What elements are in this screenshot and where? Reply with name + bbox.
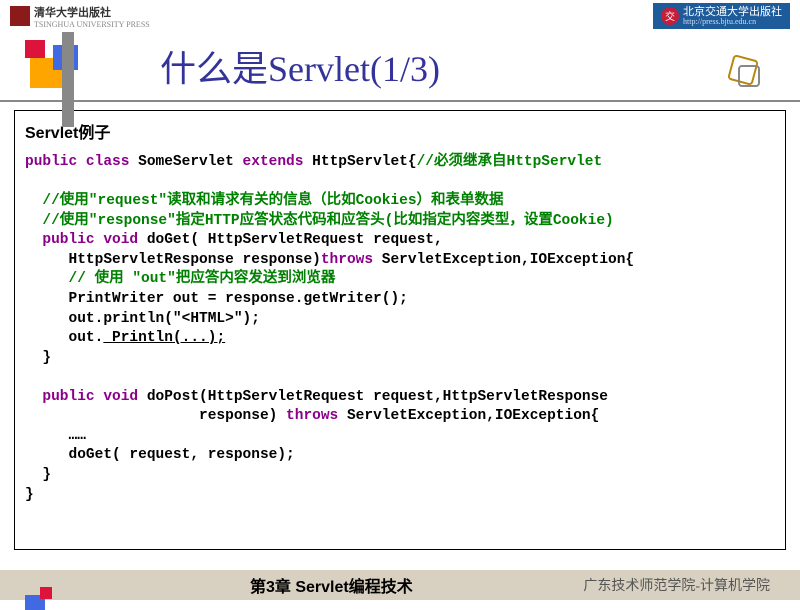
bjtu-url: http://press.bjtu.edu.cn — [683, 18, 782, 27]
title-bar: 什么是Servlet(1/3) — [0, 32, 800, 102]
school-label: 广东技术师范学院-计算机学院 — [583, 575, 770, 595]
chapter-label: 第3章 Servlet编程技术 — [250, 573, 413, 597]
slide-title: 什么是Servlet(1/3) — [160, 40, 440, 92]
bjtu-logo: 交 北京交通大学出版社 http://press.bjtu.edu.cn — [653, 3, 790, 30]
bjtu-icon: 交 — [661, 7, 679, 25]
code-example-box: Servlet例子 public class SomeServlet exten… — [14, 110, 786, 550]
tsinghua-en: TSINGHUA UNIVERSITY PRESS — [34, 20, 150, 29]
footer-bar: 第3章 Servlet编程技术 广东技术师范学院-计算机学院 — [0, 570, 800, 600]
chain-link-icon — [730, 57, 760, 87]
code-block: public class SomeServlet extends HttpSer… — [25, 153, 775, 505]
bjtu-cn: 北京交通大学出版社 — [683, 6, 782, 18]
tsinghua-logo: 清华大学出版社 TSINGHUA UNIVERSITY PRESS — [10, 4, 150, 29]
vertical-bar-decoration — [62, 32, 74, 127]
header-bar: 清华大学出版社 TSINGHUA UNIVERSITY PRESS 交 北京交通… — [0, 0, 800, 32]
tsinghua-icon — [10, 6, 30, 26]
tsinghua-cn: 清华大学出版社 — [34, 4, 150, 20]
example-title: Servlet例子 — [25, 119, 775, 143]
